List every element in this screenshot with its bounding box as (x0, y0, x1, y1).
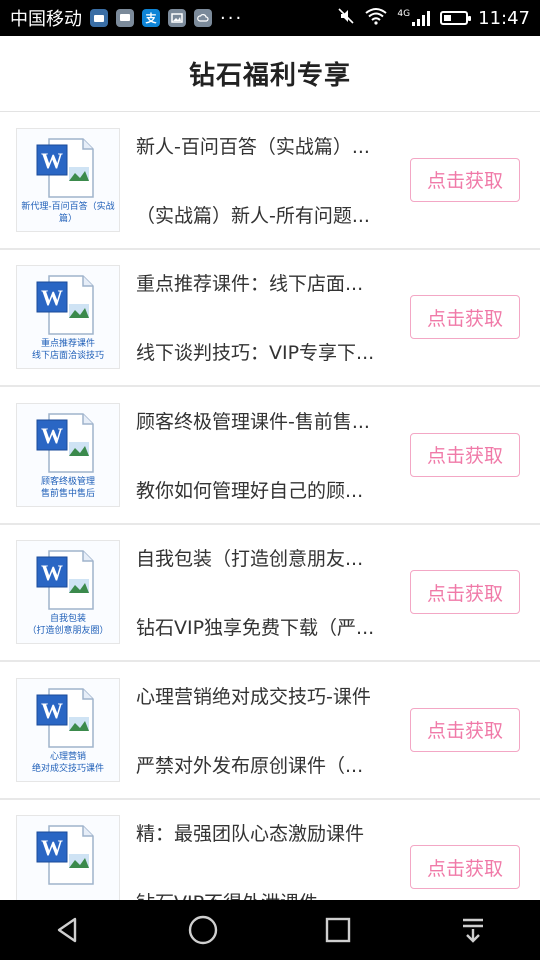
svg-text:W: W (41, 423, 63, 448)
item-description: 教你如何管理好自己的顾... (136, 479, 364, 502)
home-circle-icon (188, 915, 217, 945)
item-title: 顾客终极管理课件-售前售... (136, 410, 370, 433)
word-doc-icon: W (36, 825, 94, 885)
recents-button[interactable] (308, 900, 368, 960)
item-texts: 顾客终极管理课件-售前售... 教你如何管理好自己的顾... (136, 407, 394, 503)
mute-icon (337, 7, 355, 30)
wallet-icon (90, 9, 108, 27)
item-title: 重点推荐课件：线下店面... (136, 273, 364, 296)
get-button[interactable]: 点击获取 (410, 707, 520, 752)
resource-list[interactable]: W 新代理-百问百答（实战篇） 新人-百问百答（实战篇）... （实战篇）新人-所有问… (0, 112, 540, 900)
document-thumbnail[interactable]: W (16, 815, 120, 900)
recents-square-icon (325, 917, 350, 943)
status-bar: 中国移动 支 ··· 4G 11:47 (0, 0, 540, 36)
item-title: 自我包装（打造创意朋友... (136, 548, 364, 571)
svg-text:W: W (41, 698, 63, 723)
svg-text:W: W (41, 148, 63, 173)
item-title: 心理营销绝对成交技巧-课件 (136, 685, 371, 708)
item-texts: 心理营销绝对成交技巧-课件 严禁对外发布原创课件（... (136, 682, 394, 778)
item-description: 钻石VIP独享免费下载（严... (136, 617, 375, 640)
back-triangle-icon (57, 917, 76, 943)
word-doc-icon: W (36, 550, 94, 610)
notification-pull-button[interactable] (443, 900, 503, 960)
alipay-icon: 支 (142, 9, 160, 27)
thumbnail-caption: 心理营销 绝对成交技巧课件 (31, 751, 104, 774)
cloud-icon (194, 9, 212, 27)
get-button[interactable]: 点击获取 (410, 845, 520, 890)
thumbnail-caption: 顾客终极管理 售前售中售后 (40, 476, 95, 499)
list-item[interactable]: W 重点推荐课件 线下店面洽谈技巧 重点推荐课件：线下店面... 线下谈判技巧：VIP… (0, 250, 540, 387)
item-title: 精：最强团队心态激励课件 (136, 823, 365, 846)
word-doc-icon: W (36, 413, 94, 473)
carrier-name: 中国移动 (10, 9, 82, 30)
back-button[interactable] (38, 900, 98, 960)
home-button[interactable] (173, 900, 233, 960)
list-item[interactable]: W 自我包装 （打造创意朋友圈） 自我包装（打造创意朋友... 钻石VIP独享免费下载… (0, 525, 540, 662)
svg-text:W: W (41, 835, 63, 860)
thumbnail-caption: 新代理-百问百答（实战篇） (21, 201, 115, 224)
item-description: 严禁对外发布原创课件（... (136, 754, 364, 777)
signal-icon (412, 10, 431, 26)
item-texts: 精：最强团队心态激励课件钻石VIP不得外泄课件 (136, 819, 394, 900)
battery-icon (440, 11, 472, 25)
page-header: 钻石福利专享 (0, 36, 540, 112)
list-item[interactable]: W 心理营销 绝对成交技巧课件 心理营销绝对成交技巧-课件 严禁对外发布原创课件（..… (0, 662, 540, 800)
svg-text:W: W (41, 560, 63, 585)
status-right: 4G 11:47 (337, 7, 530, 30)
word-doc-icon: W (36, 275, 94, 335)
document-thumbnail[interactable]: W 顾客终极管理 售前售中售后 (16, 402, 120, 507)
svg-text:W: W (41, 285, 63, 310)
item-description: 钻石VIP不得外泄课件 (136, 888, 394, 900)
word-doc-icon: W (36, 688, 94, 748)
list-item[interactable]: W精：最强团队心态激励课件钻石VIP不得外泄课件点击获取 (0, 800, 540, 900)
word-doc-icon: W (36, 138, 94, 198)
item-texts: 自我包装（打造创意朋友... 钻石VIP独享免费下载（严... (136, 544, 394, 640)
list-item[interactable]: W 新代理-百问百答（实战篇） 新人-百问百答（实战篇）... （实战篇）新人-所有问… (0, 112, 540, 250)
document-thumbnail[interactable]: W 新代理-百问百答（实战篇） (16, 127, 120, 232)
get-button[interactable]: 点击获取 (410, 570, 520, 615)
get-button[interactable]: 点击获取 (410, 295, 520, 340)
document-thumbnail[interactable]: W 自我包装 （打造创意朋友圈） (16, 540, 120, 645)
item-texts: 重点推荐课件：线下店面... 线下谈判技巧：VIP专享下... (136, 269, 394, 365)
cell-signal: 4G (397, 9, 431, 26)
navigation-bar (0, 900, 540, 960)
network-type: 4G (397, 9, 411, 19)
status-left: 中国移动 支 ··· (10, 5, 243, 31)
get-button[interactable]: 点击获取 (410, 432, 520, 477)
page-title: 钻石福利专享 (188, 61, 351, 91)
overflow-dots: ··· (220, 7, 244, 29)
document-thumbnail[interactable]: W 重点推荐课件 线下店面洽谈技巧 (16, 265, 120, 370)
thumbnail-caption: 重点推荐课件 线下店面洽谈技巧 (31, 339, 104, 362)
get-button[interactable]: 点击获取 (410, 157, 520, 202)
item-title: 新人-百问百答（实战篇）... (136, 135, 370, 158)
wifi-icon (365, 7, 388, 30)
item-description: （实战篇）新人-所有问题... (136, 204, 370, 227)
item-texts: 新人-百问百答（实战篇）... （实战篇）新人-所有问题... (136, 132, 394, 228)
document-thumbnail[interactable]: W 心理营销 绝对成交技巧课件 (16, 677, 120, 782)
item-description: 线下谈判技巧：VIP专享下... (136, 342, 375, 365)
clock: 11:47 (478, 7, 530, 29)
gallery-icon (168, 9, 186, 27)
pull-down-icon (462, 918, 483, 943)
thumbnail-caption: 自我包装 （打造创意朋友圈） (27, 614, 109, 637)
message-icon (116, 9, 134, 27)
list-item[interactable]: W 顾客终极管理 售前售中售后 顾客终极管理课件-售前售... 教你如何管理好自己的顾… (0, 387, 540, 525)
